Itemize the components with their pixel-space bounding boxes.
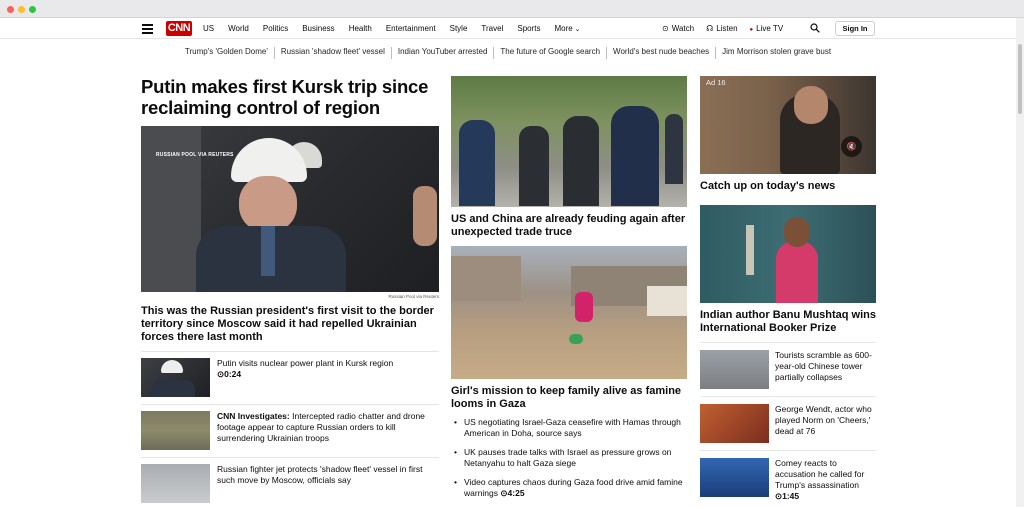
story-image[interactable]	[451, 246, 687, 379]
image-credit: Russian Pool via Reuters	[388, 294, 439, 299]
browser-titlebar	[0, 0, 1024, 18]
person-shape	[776, 241, 818, 303]
video-ad[interactable]: Ad 16 🔇	[700, 76, 876, 174]
girl-shape	[575, 292, 593, 322]
list-item[interactable]: Tourists scramble as 600-year-old Chines…	[700, 342, 876, 389]
person-shape	[459, 120, 495, 206]
story-image[interactable]	[700, 205, 876, 303]
tie-shape	[261, 226, 275, 276]
list-item-text: Comey reacts to accusation he called for…	[775, 458, 865, 501]
middle-column: US and China are already feuding again a…	[451, 76, 687, 499]
list-item-text: Putin visits nuclear power plant in Kurs…	[217, 358, 394, 379]
bullet-item[interactable]: US negotiating Israel-Gaza ceasefire wit…	[451, 417, 687, 439]
search-icon[interactable]	[810, 23, 820, 33]
list-item-text: CNN Investigates: Intercepted radio chat…	[217, 411, 425, 443]
trending-item[interactable]: The future of Google search	[494, 47, 608, 59]
face-shape	[794, 86, 828, 124]
scrollbar-thumb[interactable]	[1018, 44, 1022, 114]
person-shape	[563, 116, 599, 206]
trending-item[interactable]: Russian 'shadow fleet' vessel	[275, 47, 392, 59]
trending-item[interactable]: Indian YouTuber arrested	[392, 47, 495, 59]
list-item[interactable]: Russian fighter jet protects 'shadow fle…	[141, 457, 439, 503]
story-headline[interactable]: Girl's mission to keep family alive as f…	[451, 385, 687, 411]
header-actions: ⊙ Watch ☊ Listen ● Live TV	[662, 18, 783, 39]
video-duration: ⊙4:25	[500, 488, 525, 498]
lead-image[interactable]: RUSSIAN POOL VIA REUTERS	[141, 126, 439, 292]
nav-entertainment[interactable]: Entertainment	[386, 24, 436, 33]
trending-item[interactable]: World's best nude beaches	[607, 47, 717, 59]
bullet-item[interactable]: UK pauses trade talks with Israel as pre…	[451, 447, 687, 469]
thumbnail-image	[141, 358, 210, 397]
face-shape	[239, 176, 297, 232]
thumbnail-image	[700, 404, 769, 443]
menu-icon[interactable]	[142, 24, 153, 34]
site-header: CNN US World Politics Business Health En…	[0, 18, 1016, 39]
nav-politics[interactable]: Politics	[263, 24, 288, 33]
cnn-logo[interactable]: CNN	[166, 21, 192, 36]
list-item-text: Russian fighter jet protects 'shadow fle…	[217, 464, 423, 485]
minimize-window-button[interactable]	[18, 6, 25, 13]
video-duration: ⊙1:45	[775, 491, 800, 501]
close-window-button[interactable]	[7, 6, 14, 13]
list-item[interactable]: Comey reacts to accusation he called for…	[700, 450, 876, 502]
trending-bar: Trump's 'Golden Dome' Russian 'shadow fl…	[0, 47, 1016, 59]
nav-us[interactable]: US	[203, 24, 214, 33]
nav-health[interactable]: Health	[349, 24, 372, 33]
trending-item[interactable]: Jim Morrison stolen grave bust	[716, 47, 837, 59]
live-tv-link[interactable]: ● Live TV	[750, 24, 784, 33]
container-shape	[569, 334, 583, 344]
mute-icon[interactable]: 🔇	[841, 136, 862, 157]
nav-style[interactable]: Style	[450, 24, 468, 33]
hand-shape	[413, 186, 437, 246]
background-equipment	[141, 126, 201, 292]
tent-shape	[647, 286, 687, 316]
thumbnail-image	[700, 458, 769, 497]
cnn-homepage: CNN US World Politics Business Health En…	[0, 18, 1016, 507]
right-column: Ad 16 🔇 Catch up on today's news Indian …	[700, 76, 876, 502]
bullet-item[interactable]: Video captures chaos during Gaza food dr…	[451, 477, 687, 499]
ad-label: Ad 16	[706, 78, 726, 87]
thumbnail-image	[141, 411, 210, 450]
ad-caption[interactable]: Catch up on today's news	[700, 180, 876, 193]
thumbnail-helmet	[161, 360, 183, 373]
rubble-building	[451, 256, 521, 301]
person-shape	[665, 114, 683, 184]
thumbnail-image	[141, 464, 210, 503]
sign-in-button[interactable]: Sign In	[835, 21, 875, 36]
watch-link[interactable]: ⊙ Watch	[662, 24, 694, 33]
list-item-text: Tourists scramble as 600-year-old Chines…	[775, 350, 872, 382]
story-headline[interactable]: Indian author Banu Mushtaq wins Internat…	[700, 309, 876, 335]
story-headline[interactable]: US and China are already feuding again a…	[451, 213, 687, 239]
person-shape	[519, 126, 549, 206]
page-scrollbar[interactable]	[1016, 18, 1024, 507]
trophy-shape	[746, 225, 754, 275]
video-duration: ⊙0:24	[217, 369, 242, 379]
headphones-icon: ☊	[706, 24, 714, 33]
play-circle-icon: ⊙	[662, 24, 669, 33]
nav-more[interactable]: More	[554, 24, 580, 33]
nav-sports[interactable]: Sports	[517, 24, 540, 33]
live-dot-icon: ●	[749, 27, 754, 33]
nav-world[interactable]: World	[228, 24, 249, 33]
image-watermark: RUSSIAN POOL VIA REUTERS	[156, 152, 234, 158]
list-item[interactable]: CNN Investigates: Intercepted radio chat…	[141, 404, 439, 450]
listen-link[interactable]: ☊ Listen	[706, 24, 737, 33]
lead-summary[interactable]: This was the Russian president's first v…	[141, 305, 439, 344]
person-shape	[611, 106, 659, 206]
list-item-text: George Wendt, actor who played Norm on '…	[775, 404, 872, 436]
maximize-window-button[interactable]	[29, 6, 36, 13]
nav-business[interactable]: Business	[302, 24, 334, 33]
lead-headline[interactable]: Putin makes first Kursk trip since recla…	[141, 76, 439, 118]
list-item[interactable]: George Wendt, actor who played Norm on '…	[700, 396, 876, 443]
thumbnail-image	[700, 350, 769, 389]
face-shape	[784, 217, 810, 247]
story-image[interactable]	[451, 76, 687, 207]
nav-travel[interactable]: Travel	[481, 24, 503, 33]
main-nav: US World Politics Business Health Entert…	[203, 18, 581, 39]
lead-column: Putin makes first Kursk trip since recla…	[141, 76, 439, 503]
thumbnail-suit	[151, 380, 195, 397]
list-item[interactable]: Putin visits nuclear power plant in Kurs…	[141, 351, 439, 397]
trending-item[interactable]: Trump's 'Golden Dome'	[179, 47, 275, 59]
